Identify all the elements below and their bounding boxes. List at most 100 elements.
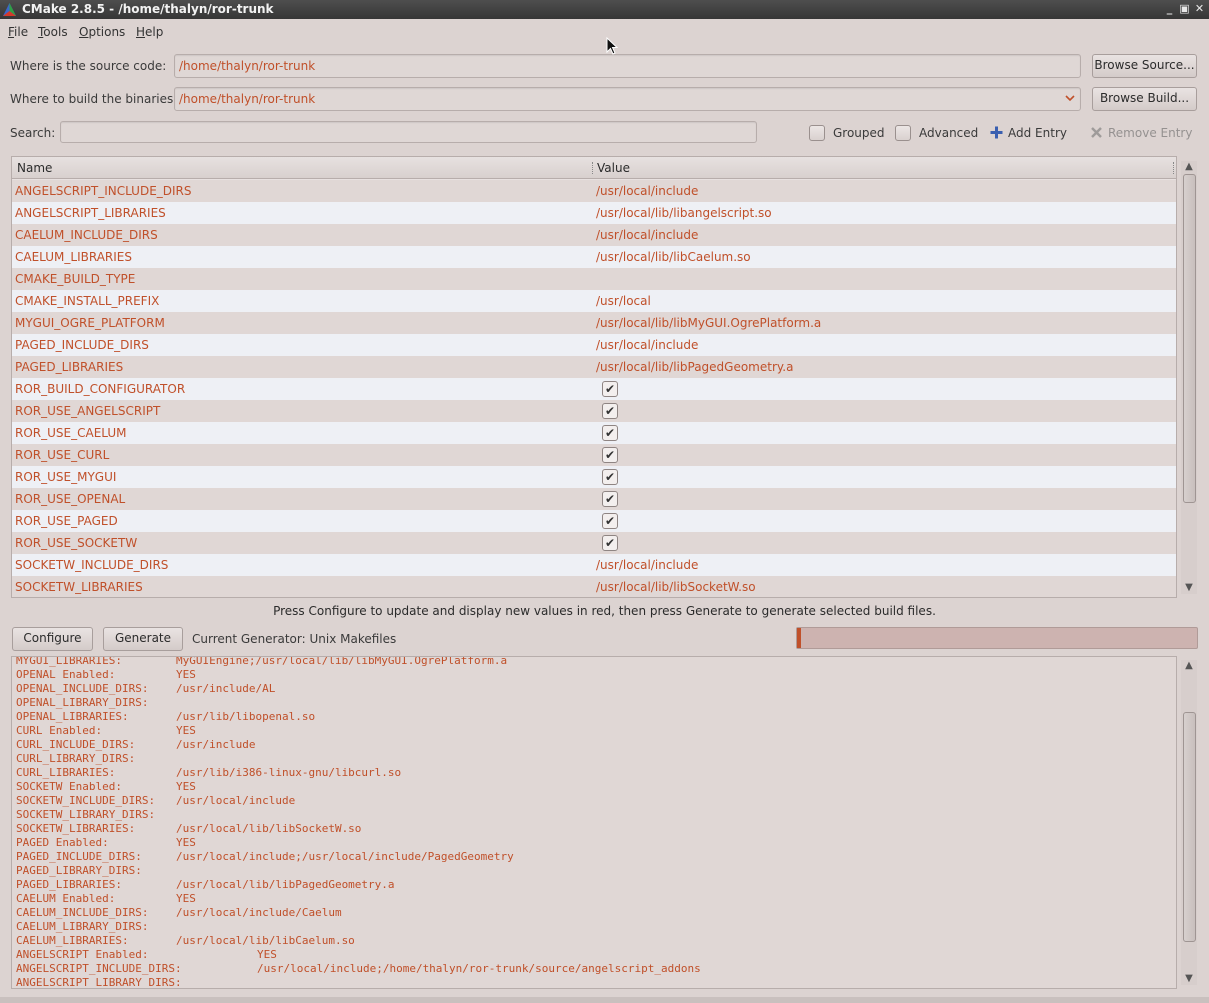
entry-value[interactable]: /usr/local/lib/libSocketW.so	[596, 580, 756, 594]
table-header: Name Value	[12, 157, 1176, 179]
entry-checkbox[interactable]: ✔	[602, 513, 618, 529]
scroll-down-icon[interactable]: ▼	[1184, 974, 1194, 984]
log-line: PAGED_LIBRARY_DIRS:	[16, 864, 1166, 878]
log-value: MyGUIEngine;/usr/local/lib/libMyGUI.Ogre…	[176, 656, 508, 667]
entry-name: ROR_USE_SOCKETW	[15, 536, 138, 550]
entry-checkbox[interactable]: ✔	[602, 403, 618, 419]
browse-source-button[interactable]: Browse Source...	[1092, 54, 1197, 78]
table-row[interactable]: ROR_USE_OPENAL ✔	[12, 488, 1176, 510]
entry-name: ANGELSCRIPT_INCLUDE_DIRS	[15, 184, 192, 198]
entry-name: ROR_USE_OPENAL	[15, 492, 126, 506]
column-separator[interactable]	[1173, 162, 1174, 174]
entry-checkbox[interactable]: ✔	[602, 447, 618, 463]
table-row[interactable]: CMAKE_INSTALL_PREFIX/usr/local	[12, 290, 1176, 312]
log-line: CAELUM_LIBRARY_DIRS:	[16, 920, 1166, 934]
log-line: ANGELSCRIPT Enabled: YES	[16, 948, 1166, 962]
table-row[interactable]: SOCKETW_LIBRARIES/usr/local/lib/libSocke…	[12, 576, 1176, 597]
advanced-checkbox[interactable]	[895, 125, 911, 141]
table-row[interactable]: ANGELSCRIPT_INCLUDE_DIRS/usr/local/inclu…	[12, 180, 1176, 202]
entry-checkbox[interactable]: ✔	[602, 535, 618, 551]
log-key: MYGUI_LIBRARIES:	[16, 656, 122, 667]
table-row[interactable]: ROR_BUILD_CONFIGURATOR ✔	[12, 378, 1176, 400]
scroll-down-icon[interactable]: ▼	[1184, 583, 1194, 593]
table-row[interactable]: CAELUM_LIBRARIES/usr/local/lib/libCaelum…	[12, 246, 1176, 268]
log-key: PAGED_LIBRARIES:	[16, 878, 122, 891]
source-input[interactable]: /home/thalyn/ror-trunk	[174, 54, 1081, 78]
maximize-button[interactable]: ▣	[1177, 1, 1192, 17]
table-row[interactable]: ROR_USE_PAGED ✔	[12, 510, 1176, 532]
table-row[interactable]: ROR_USE_ANGELSCRIPT ✔	[12, 400, 1176, 422]
table-row[interactable]: CAELUM_INCLUDE_DIRS/usr/local/include	[12, 224, 1176, 246]
entry-name: CMAKE_BUILD_TYPE	[15, 272, 136, 286]
log-value: YES	[176, 892, 196, 905]
entry-name: CMAKE_INSTALL_PREFIX	[15, 294, 160, 308]
entry-checkbox[interactable]: ✔	[602, 491, 618, 507]
table-row[interactable]: ROR_USE_SOCKETW ✔	[12, 532, 1176, 554]
menu-tools[interactable]: Tools	[38, 25, 68, 39]
current-generator: Current Generator: Unix Makefiles	[192, 632, 397, 646]
log-value: YES	[176, 836, 196, 849]
table-row[interactable]: ANGELSCRIPT_LIBRARIES/usr/local/lib/liba…	[12, 202, 1176, 224]
entry-checkbox[interactable]: ✔	[602, 469, 618, 485]
log-value: /usr/local/include;/usr/local/include/Pa…	[176, 850, 514, 863]
search-label: Search:	[10, 126, 56, 140]
scrollbar-thumb[interactable]	[1183, 712, 1196, 942]
log-value: /usr/local/include	[176, 794, 296, 807]
log-key: ANGELSCRIPT_INCLUDE_DIRS:	[16, 962, 182, 975]
table-row[interactable]: MYGUI_OGRE_PLATFORM/usr/local/lib/libMyG…	[12, 312, 1176, 334]
entry-value[interactable]: /usr/local	[596, 294, 651, 308]
grouped-checkbox[interactable]	[809, 125, 825, 141]
log-line: CAELUM_INCLUDE_DIRS: /usr/local/include/C…	[16, 906, 1166, 920]
log-line: PAGED_INCLUDE_DIRS: /usr/local/include;/u…	[16, 850, 1166, 864]
generate-button[interactable]: Generate	[103, 627, 183, 651]
window-bottom-edge	[0, 997, 1209, 1003]
log-value: /usr/lib/i386-linux-gnu/libcurl.so	[176, 766, 402, 779]
entry-value[interactable]: /usr/local/lib/libangelscript.so	[596, 206, 772, 220]
entry-value[interactable]: /usr/local/lib/libCaelum.so	[596, 250, 751, 264]
table-row[interactable]: CMAKE_BUILD_TYPE	[12, 268, 1176, 290]
log-scrollbar[interactable]: ▲ ▼	[1181, 660, 1197, 985]
column-name-header[interactable]: Name	[17, 161, 52, 175]
log-value: /usr/local/include;/home/thalyn/ror-trun…	[257, 962, 701, 975]
entry-checkbox[interactable]: ✔	[602, 425, 618, 441]
log-value: YES	[176, 668, 196, 681]
close-button[interactable]: ✕	[1192, 1, 1207, 17]
table-row[interactable]: ROR_USE_CAELUM ✔	[12, 422, 1176, 444]
log-value: /usr/local/lib/libPagedGeometry.a	[176, 878, 395, 891]
menu-help[interactable]: Help	[136, 25, 163, 39]
entry-checkbox[interactable]: ✔	[602, 381, 618, 397]
column-separator[interactable]	[592, 162, 593, 174]
entry-value[interactable]: /usr/local/include	[596, 184, 698, 198]
chevron-down-icon[interactable]	[1064, 91, 1076, 105]
menu-file[interactable]: File	[8, 25, 28, 39]
browse-build-button[interactable]: Browse Build...	[1092, 87, 1197, 111]
entry-value[interactable]: /usr/local/include	[596, 338, 698, 352]
log-line: PAGED_LIBRARIES: /usr/local/lib/libPagedG…	[16, 878, 1166, 892]
table-row[interactable]: ROR_USE_CURL ✔	[12, 444, 1176, 466]
search-input[interactable]	[60, 121, 757, 143]
entry-value[interactable]: /usr/local/include	[596, 228, 698, 242]
add-entry-button[interactable]: Add Entry	[988, 123, 1073, 143]
table-row[interactable]: SOCKETW_INCLUDE_DIRS/usr/local/include	[12, 554, 1176, 576]
minimize-button[interactable]: _	[1162, 1, 1177, 17]
scrollbar-thumb[interactable]	[1183, 174, 1196, 503]
entry-value[interactable]: /usr/local/include	[596, 558, 698, 572]
cmake-triangle-icon	[3, 3, 16, 16]
scroll-up-icon[interactable]: ▲	[1184, 661, 1194, 671]
table-scrollbar[interactable]: ▲ ▼	[1181, 161, 1197, 594]
table-row[interactable]: ROR_USE_MYGUI ✔	[12, 466, 1176, 488]
entry-value[interactable]: /usr/local/lib/libMyGUI.OgrePlatform.a	[596, 316, 821, 330]
table-row[interactable]: PAGED_INCLUDE_DIRS/usr/local/include	[12, 334, 1176, 356]
build-combo[interactable]: /home/thalyn/ror-trunk	[174, 87, 1081, 111]
scroll-up-icon[interactable]: ▲	[1184, 162, 1194, 172]
entry-name: ROR_USE_MYGUI	[15, 470, 117, 484]
log-key: PAGED_INCLUDE_DIRS:	[16, 850, 142, 863]
log-line: SOCKETW_LIBRARY_DIRS:	[16, 808, 1166, 822]
entry-value[interactable]: /usr/local/lib/libPagedGeometry.a	[596, 360, 793, 374]
menu-options[interactable]: Options	[79, 25, 125, 39]
remove-entry-button[interactable]: Remove Entry	[1088, 123, 1193, 143]
column-value-header[interactable]: Value	[597, 161, 630, 175]
configure-button[interactable]: Configure	[12, 627, 93, 651]
table-row[interactable]: PAGED_LIBRARIES/usr/local/lib/libPagedGe…	[12, 356, 1176, 378]
entry-name: ROR_USE_PAGED	[15, 514, 118, 528]
